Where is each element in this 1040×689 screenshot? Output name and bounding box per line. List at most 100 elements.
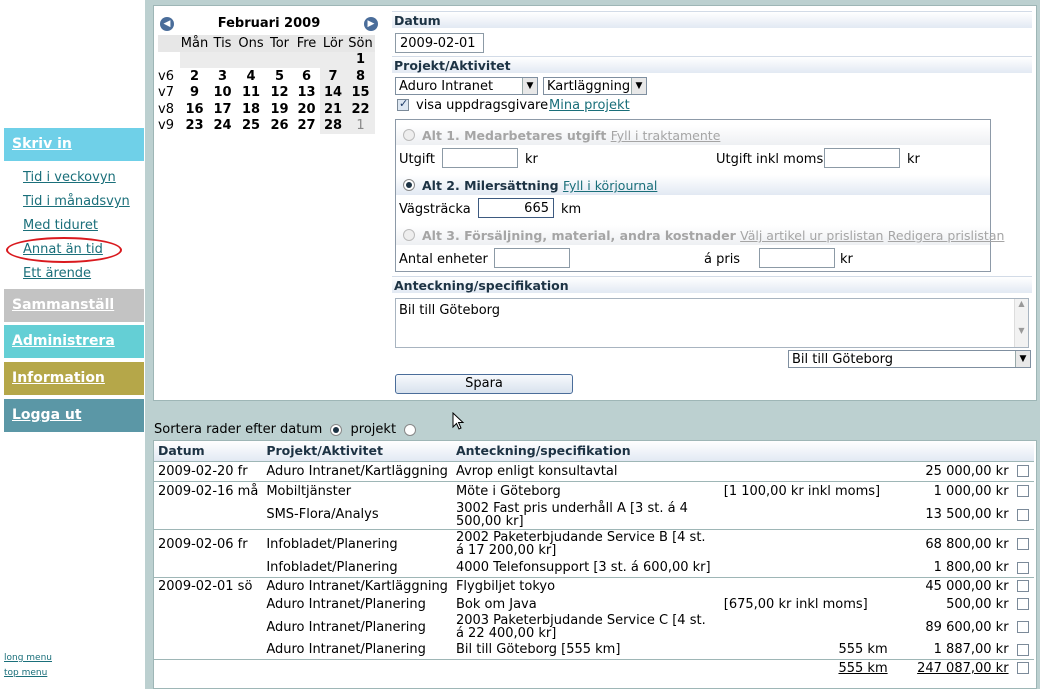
anteckning-text: Bil till Göteborg xyxy=(399,303,501,318)
calendar-day[interactable]: 24 xyxy=(209,118,236,135)
next-month-icon[interactable]: ▶ xyxy=(364,17,378,31)
calendar-day[interactable]: 17 xyxy=(209,101,236,118)
table-row: 2009-02-16 må Mobiltjänster Möte i Göteb… xyxy=(154,480,1034,501)
row-checkbox[interactable] xyxy=(1016,561,1029,574)
long-menu-link[interactable]: long menu xyxy=(4,653,52,663)
calendar-day[interactable]: 25 xyxy=(236,118,266,135)
calendar-day[interactable]: 20 xyxy=(293,101,320,118)
calendar-day[interactable]: 16 xyxy=(180,101,209,118)
calendar-day[interactable]: 23 xyxy=(180,118,209,135)
calendar-day[interactable]: 3 xyxy=(209,68,236,85)
nav-sammanstall[interactable]: Sammanställ xyxy=(4,289,144,322)
calendar-grid: Mån Tis Ons Tor Fre Lör Sön 1 v6 2 3 4 5… xyxy=(158,35,375,134)
calendar-day[interactable]: 22 xyxy=(346,101,375,118)
row-checkbox[interactable] xyxy=(1016,465,1029,477)
vagstracka-label: Vägsträcka xyxy=(399,202,471,217)
row-projekt: Aduro Intranet/Planering xyxy=(266,596,426,612)
nav-skriv-in[interactable]: Skriv in xyxy=(4,128,144,161)
calendar-day[interactable]: 9 xyxy=(180,85,209,102)
utgift-field[interactable] xyxy=(442,148,518,168)
mina-projekt-link[interactable]: Mina projekt xyxy=(549,98,630,113)
datum-field[interactable]: 2009-02-01 xyxy=(395,33,484,53)
sidebar-link-ett-arende[interactable]: Ett ärende xyxy=(23,266,91,281)
antal-enheter-label: Antal enheter xyxy=(399,252,488,267)
row-projekt: Aduro Intranet/Planering xyxy=(266,619,426,635)
anteckning-textarea[interactable]: Bil till Göteborg ▲ ▼ xyxy=(395,298,1029,348)
sort-projekt-radio[interactable] xyxy=(404,423,417,436)
row-check-cell xyxy=(1013,559,1034,577)
aktivitet-select[interactable]: Kartläggning ▼ xyxy=(543,77,647,95)
week-number[interactable]: v9 xyxy=(158,118,180,135)
vagstracka-field[interactable]: 665 xyxy=(478,198,554,218)
total-checkbox[interactable] xyxy=(1016,662,1029,675)
calendar-day[interactable]: 7 xyxy=(320,68,346,85)
week-number[interactable]: v6 xyxy=(158,68,180,85)
calendar-day[interactable]: 4 xyxy=(236,68,266,85)
visa-uppdragsgivare-checkbox[interactable] xyxy=(397,97,409,111)
calendar-day[interactable]: 18 xyxy=(236,101,266,118)
fyll-traktamente-link[interactable]: Fyll i traktamente xyxy=(611,128,721,143)
row-checkbox[interactable] xyxy=(1016,580,1029,593)
top-menu-link[interactable]: top menu xyxy=(4,668,47,678)
valj-artikel-link[interactable]: Välj artikel ur prislistan xyxy=(740,228,883,243)
calendar-day[interactable]: 10 xyxy=(209,85,236,102)
sidebar-link-med-tiduret[interactable]: Med tiduret xyxy=(23,218,98,233)
total-spacer xyxy=(154,658,263,677)
day-header: Mån xyxy=(180,35,209,52)
week-number[interactable]: v8 xyxy=(158,101,180,118)
row-check-cell xyxy=(1012,576,1034,595)
calendar-day[interactable]: 11 xyxy=(236,85,266,102)
projekt-select[interactable]: Aduro Intranet ▼ xyxy=(395,77,538,95)
row-checkbox[interactable] xyxy=(1016,643,1029,656)
calendar-day[interactable]: 13 xyxy=(293,85,320,102)
row-checkbox[interactable] xyxy=(1016,485,1029,498)
calendar-day[interactable]: 26 xyxy=(266,118,293,135)
row-checkbox[interactable] xyxy=(1016,538,1029,551)
row-checkbox[interactable] xyxy=(1016,621,1029,633)
antal-enheter-field[interactable] xyxy=(494,248,570,268)
fyll-korjournal-link[interactable]: Fyll i körjournal xyxy=(563,178,657,193)
textarea-scrollbar[interactable]: ▲ ▼ xyxy=(1014,299,1028,347)
preset-select[interactable]: Bil till Göteborg ▼ xyxy=(788,350,1031,368)
redigera-prislistan-link[interactable]: Redigera prislistan xyxy=(888,228,1005,243)
alt1-label: Alt 1. Medarbetares utgift xyxy=(422,128,607,143)
calendar-day[interactable]: 8 xyxy=(346,68,375,85)
alt3-radio[interactable] xyxy=(403,229,415,241)
calendar-day[interactable]: 6 xyxy=(293,68,320,85)
calendar-day[interactable]: 28 xyxy=(320,117,346,134)
calendar-day[interactable]: 15 xyxy=(346,84,375,101)
main-area: ◀ Februari 2009 ▶ Mån Tis Ons Tor Fre Lö… xyxy=(145,0,1040,689)
save-button[interactable]: Spara xyxy=(395,374,573,394)
calendar-day[interactable]: 12 xyxy=(266,85,293,102)
row-amount: 1 800,00 kr xyxy=(933,560,1009,576)
table-row: Aduro Intranet/Planering 2003 Paketerbju… xyxy=(154,613,1034,641)
row-checkbox[interactable] xyxy=(1016,598,1029,610)
a-pris-field[interactable] xyxy=(759,248,835,268)
row-check-cell xyxy=(1013,613,1034,641)
calendar-day[interactable]: 27 xyxy=(293,118,320,135)
calendar-day[interactable]: 2 xyxy=(180,68,209,85)
day-header: Fre xyxy=(293,35,320,52)
sidebar-link-tid-veckovyn[interactable]: Tid i veckovyn xyxy=(23,170,116,185)
calendar-day[interactable]: 1 xyxy=(346,51,375,68)
calendar-day[interactable]: 14 xyxy=(320,84,346,101)
alt1-radio[interactable] xyxy=(403,129,415,141)
calendar-day[interactable]: 19 xyxy=(266,101,293,118)
utgift-moms-field[interactable] xyxy=(824,148,900,168)
calendar-day[interactable]: 21 xyxy=(320,101,346,118)
alt1-heading: Alt 1. Medarbetares utgift Fyll i trakta… xyxy=(396,125,990,145)
nav-administrera[interactable]: Administrera xyxy=(4,325,144,358)
row-amount: 25 000,00 kr xyxy=(891,460,1013,481)
sort-datum-radio[interactable] xyxy=(330,423,343,436)
total-row: 555 km 247 087,00 kr xyxy=(154,658,1034,677)
sidebar-link-tid-manadsvyn[interactable]: Tid i månadsvyn xyxy=(23,194,130,209)
row-checkbox[interactable] xyxy=(1016,508,1029,521)
day-header: Ons xyxy=(236,35,266,52)
calendar-day[interactable]: 5 xyxy=(266,68,293,85)
week-number[interactable]: v7 xyxy=(158,85,180,102)
nav-information[interactable]: Information xyxy=(4,362,144,395)
nav-logga-ut[interactable]: Logga ut xyxy=(4,399,144,432)
alt2-radio[interactable] xyxy=(403,179,415,191)
row-amount: 1 887,00 kr xyxy=(933,642,1009,658)
col-header-anteckning: Anteckning/specifikation xyxy=(451,441,720,462)
